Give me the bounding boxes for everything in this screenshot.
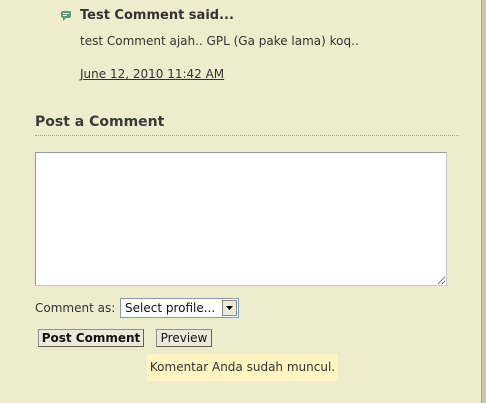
comment-body: test Comment ajah.. GPL (Ga pake lama) k…	[80, 34, 359, 48]
status-notice: Komentar Anda sudah muncul.	[147, 354, 338, 381]
comment-author: Test Comment said...	[80, 8, 234, 23]
post-comment-button[interactable]: Post Comment	[38, 329, 144, 347]
page-edge-border	[481, 0, 486, 403]
preview-button[interactable]: Preview	[156, 329, 212, 347]
heading-divider	[35, 135, 459, 136]
chevron-down-icon[interactable]	[222, 300, 237, 316]
comment-textarea[interactable]	[35, 152, 447, 286]
post-comment-heading: Post a Comment	[35, 114, 165, 130]
profile-select-value: Select profile...	[125, 301, 216, 315]
profile-select[interactable]: Select profile...	[120, 298, 239, 318]
comment-timestamp-link[interactable]: June 12, 2010 11:42 AM	[80, 67, 224, 81]
comment-as-label: Comment as:	[35, 301, 116, 315]
speech-bubble-icon	[60, 9, 74, 23]
